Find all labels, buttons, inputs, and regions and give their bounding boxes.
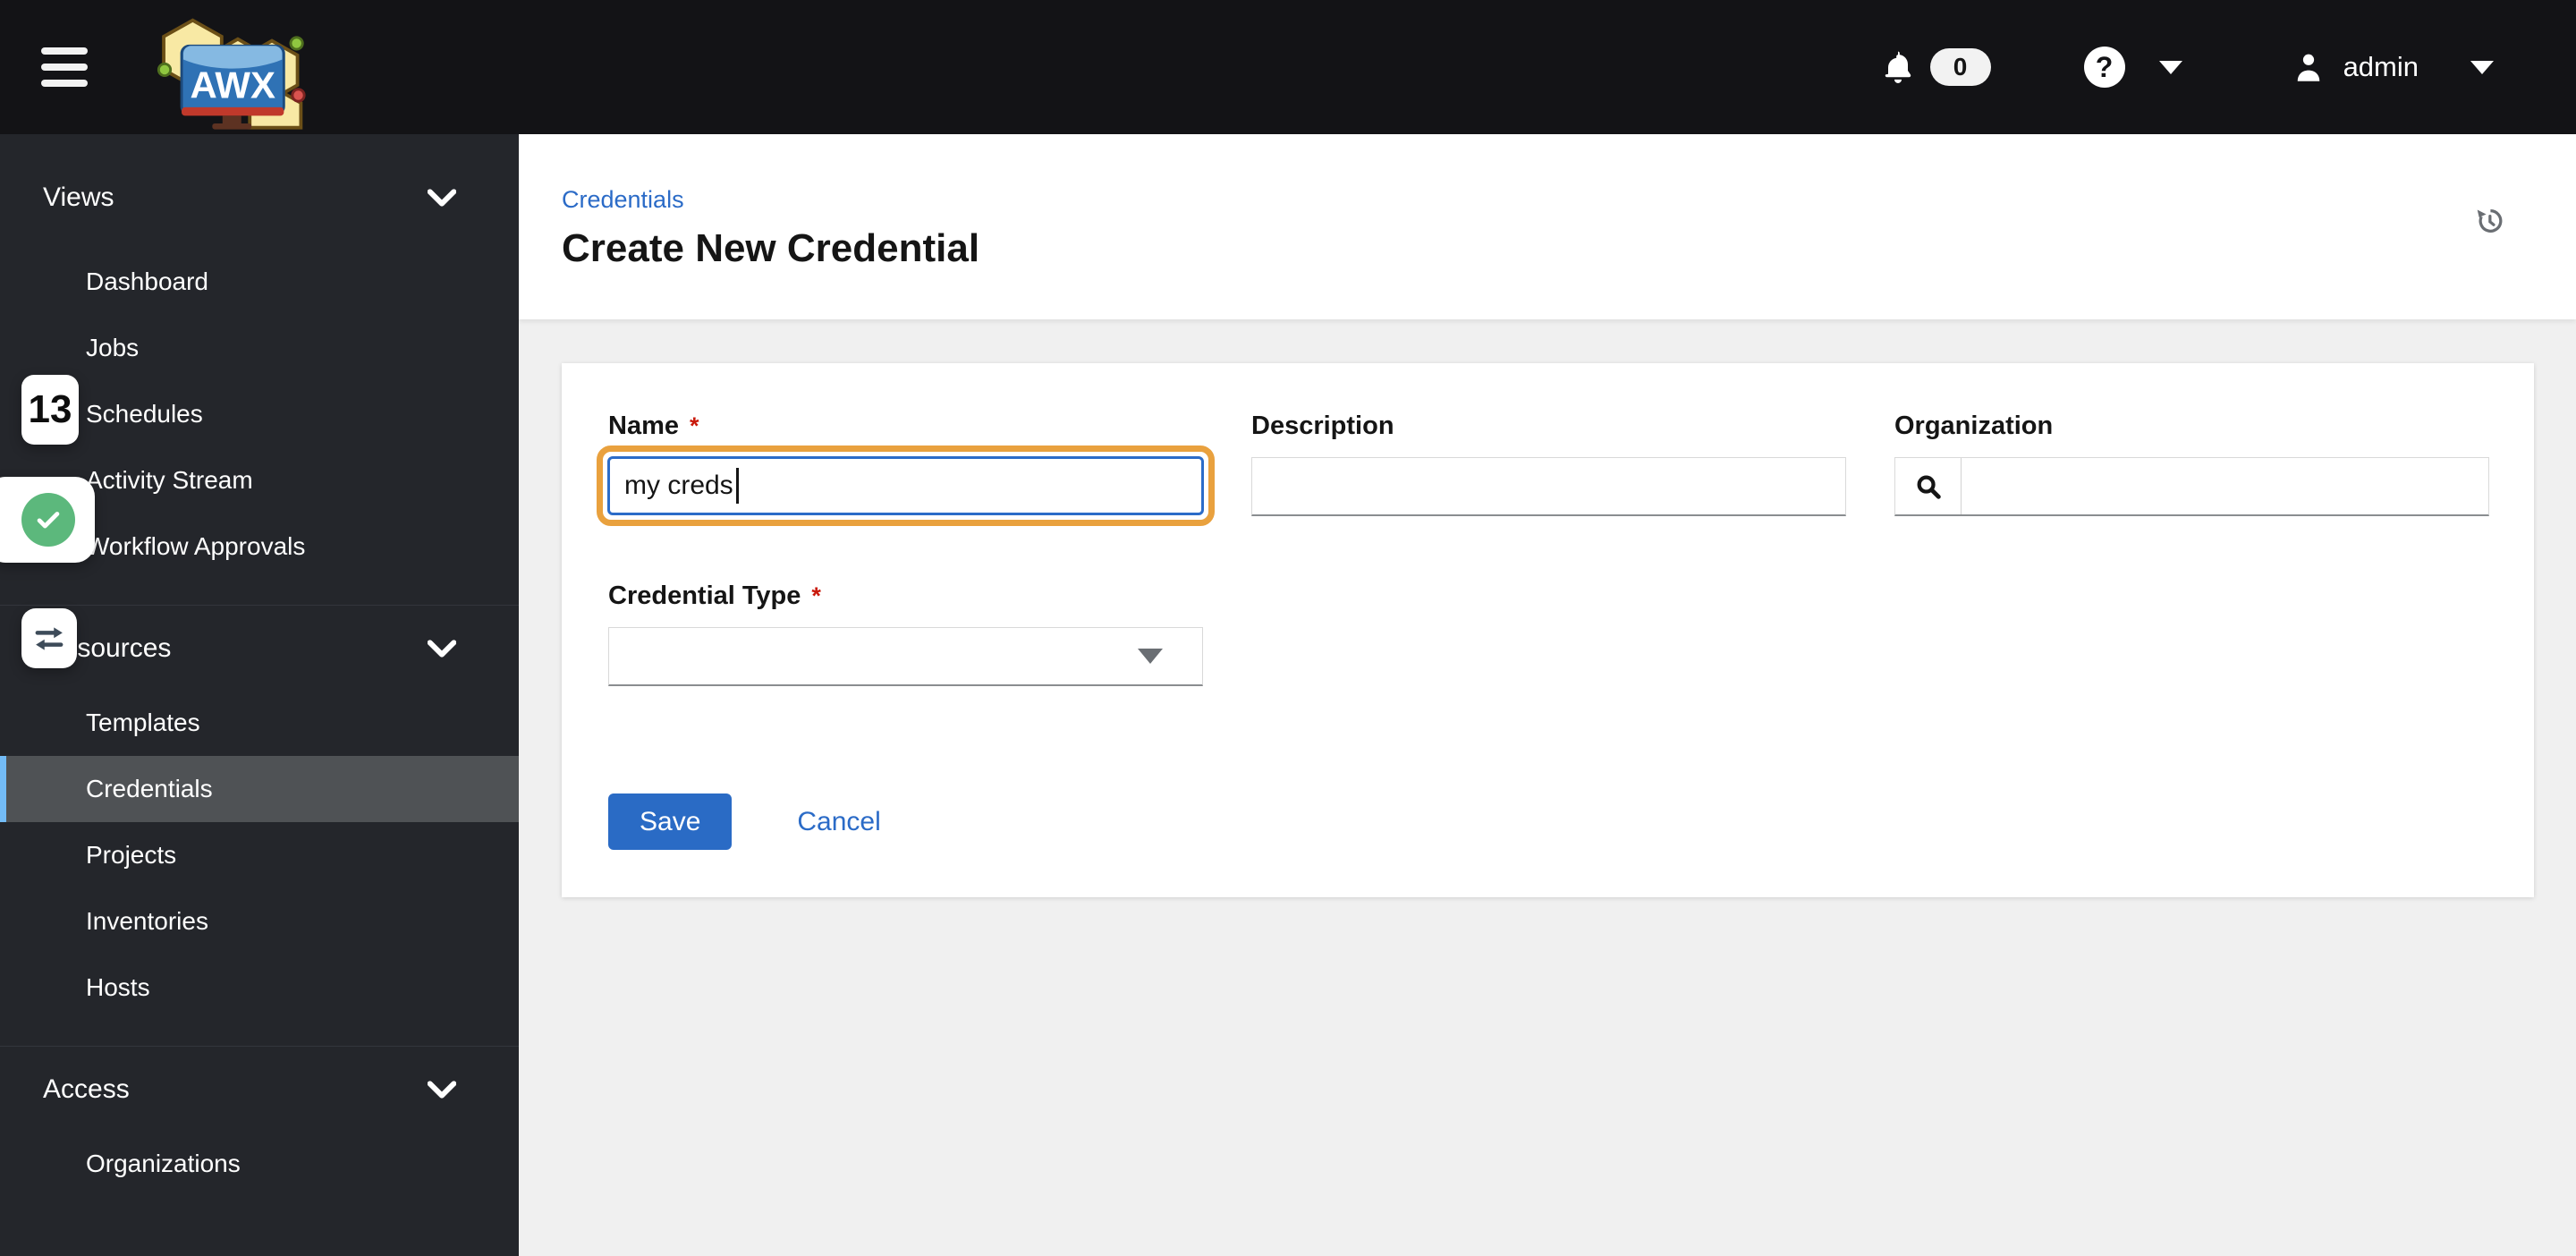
hamburger-menu-icon[interactable] xyxy=(41,47,88,87)
cancel-button[interactable]: Cancel xyxy=(797,807,880,837)
description-label-text: Description xyxy=(1251,412,1394,440)
chevron-down-icon xyxy=(428,189,456,207)
sidebar-item-inventories[interactable]: Inventories xyxy=(0,888,519,955)
page-header: Credentials Create New Credential xyxy=(519,134,2576,319)
name-label: Name * xyxy=(608,412,1203,441)
credential-form-card: Name * my creds Description Organization… xyxy=(562,363,2534,897)
required-asterisk: * xyxy=(690,412,699,439)
step-count-badge: 13 xyxy=(21,375,79,445)
organization-input-group xyxy=(1894,457,2489,516)
sidebar-item-organizations[interactable]: Organizations xyxy=(0,1131,519,1197)
swap-action-overlay-card xyxy=(21,608,77,668)
breadcrumb-credentials[interactable]: Credentials xyxy=(562,186,2533,214)
search-icon xyxy=(1917,475,1941,499)
description-input[interactable] xyxy=(1251,457,1846,516)
sidebar-nav: Views Dashboard Jobs Schedules Activity … xyxy=(0,134,519,1256)
awx-logo-text: AWX xyxy=(190,64,275,106)
sidebar-item-hosts[interactable]: Hosts xyxy=(0,955,519,1021)
sidebar-section-access[interactable]: Access xyxy=(0,1047,519,1113)
name-input-value: my creds xyxy=(624,471,733,500)
topbar: AWX 0 ? admin xyxy=(0,0,2576,134)
credential-type-label: Credential Type * xyxy=(608,581,2489,611)
credential-type-label-text: Credential Type xyxy=(608,581,801,610)
sidebar-section-views[interactable]: Views xyxy=(0,165,519,231)
section-label-access: Access xyxy=(43,1074,130,1104)
chevron-down-icon xyxy=(428,1081,456,1099)
form-actions: Save Cancel xyxy=(608,793,2489,850)
description-field-group: Description xyxy=(1251,412,1846,516)
history-icon[interactable] xyxy=(2474,206,2504,236)
swap-arrows-icon xyxy=(35,626,64,650)
topbar-actions: 0 ? admin xyxy=(1878,47,2576,88)
chevron-down-icon xyxy=(428,640,456,658)
success-overlay-card xyxy=(0,477,95,563)
focus-highlight-ring: my creds xyxy=(597,446,1215,526)
user-menu-caret-down-icon[interactable] xyxy=(2470,60,2494,74)
organization-field-group: Organization xyxy=(1894,412,2489,516)
bell-icon[interactable] xyxy=(1878,47,1918,87)
name-label-text: Name xyxy=(608,412,679,440)
text-cursor xyxy=(735,468,739,504)
name-field-group: Name * my creds xyxy=(597,412,1215,526)
main-content: Credentials Create New Credential Name *… xyxy=(519,134,2576,1256)
user-icon xyxy=(2297,54,2319,81)
select-caret-down-icon xyxy=(1138,649,1163,664)
save-button[interactable]: Save xyxy=(608,793,733,850)
description-label: Description xyxy=(1251,412,1846,441)
credential-type-select[interactable] xyxy=(608,627,1203,686)
credential-type-field-group: Credential Type * xyxy=(608,581,2489,686)
organization-input[interactable] xyxy=(1962,458,2488,514)
name-input[interactable]: my creds xyxy=(607,456,1204,515)
help-icon[interactable]: ? xyxy=(2083,47,2125,88)
notification-count-badge[interactable]: 0 xyxy=(1929,48,1991,86)
sidebar-item-dashboard[interactable]: Dashboard xyxy=(0,249,519,315)
sidebar-item-credentials[interactable]: Credentials xyxy=(0,756,519,822)
required-asterisk: * xyxy=(811,582,821,609)
organization-label-text: Organization xyxy=(1894,412,2054,440)
organization-label: Organization xyxy=(1894,412,2489,441)
section-label-views: Views xyxy=(43,182,114,212)
username-label[interactable]: admin xyxy=(2343,51,2419,83)
sidebar-item-jobs[interactable]: Jobs xyxy=(0,315,519,381)
page-title: Create New Credential xyxy=(562,226,980,270)
awx-logo[interactable]: AWX xyxy=(129,4,308,130)
organization-search-button[interactable] xyxy=(1895,458,1962,514)
sidebar-item-templates[interactable]: Templates xyxy=(0,690,519,756)
sidebar-item-projects[interactable]: Projects xyxy=(0,822,519,888)
check-icon xyxy=(21,493,75,547)
sidebar-section-resources[interactable]: Resources xyxy=(0,606,519,672)
help-caret-down-icon[interactable] xyxy=(2158,60,2182,74)
